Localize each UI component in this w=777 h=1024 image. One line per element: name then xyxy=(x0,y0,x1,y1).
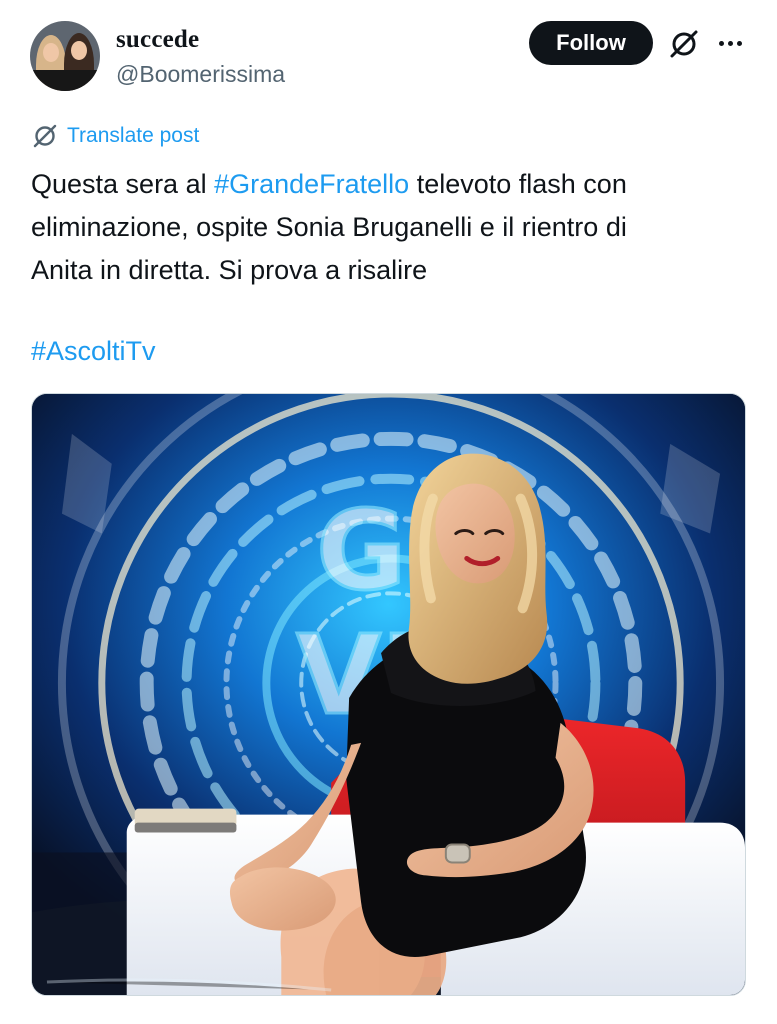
post-text: Questa sera al #GrandeFratello televoto … xyxy=(31,163,751,292)
hashtag-grandefratello[interactable]: #GrandeFratello xyxy=(214,169,409,199)
follow-button[interactable]: Follow xyxy=(529,21,653,65)
more-dot-1 xyxy=(718,40,724,46)
more-dot-2 xyxy=(727,40,733,46)
hashtag-ascoltitv[interactable]: #AscoltiTv xyxy=(31,333,156,369)
author-display-name[interactable]: succede xyxy=(116,26,199,54)
post-text-part-2: televoto flash con xyxy=(409,169,627,199)
avatar[interactable] xyxy=(30,21,100,91)
post-header: succede @Boomerissima Follow xyxy=(0,0,777,110)
grok-icon[interactable] xyxy=(667,27,701,61)
more-options-icon[interactable] xyxy=(713,28,747,58)
translate-post-link[interactable]: Translate post xyxy=(31,122,199,150)
post-text-line-2: eliminazione, ospite Sonia Bruganelli e … xyxy=(31,212,627,242)
studio-photo-woman-seated: GF VIP xyxy=(32,394,745,995)
post-image[interactable]: GF VIP xyxy=(31,393,746,996)
translate-post-label: Translate post xyxy=(67,124,200,147)
post-text-part-1: Questa sera al xyxy=(31,169,215,199)
avatar-face-right xyxy=(71,41,87,60)
post-text-line-1: Questa sera al #GrandeFratello televoto … xyxy=(31,163,751,206)
more-dot-3 xyxy=(736,40,742,46)
post-text-line-3: Anita in diretta. Si prova a risalire xyxy=(31,255,428,285)
author-handle[interactable]: @Boomerissima xyxy=(116,61,285,88)
translate-icon xyxy=(33,124,57,148)
avatar-shoulders xyxy=(30,70,100,91)
avatar-face-left xyxy=(43,43,59,62)
